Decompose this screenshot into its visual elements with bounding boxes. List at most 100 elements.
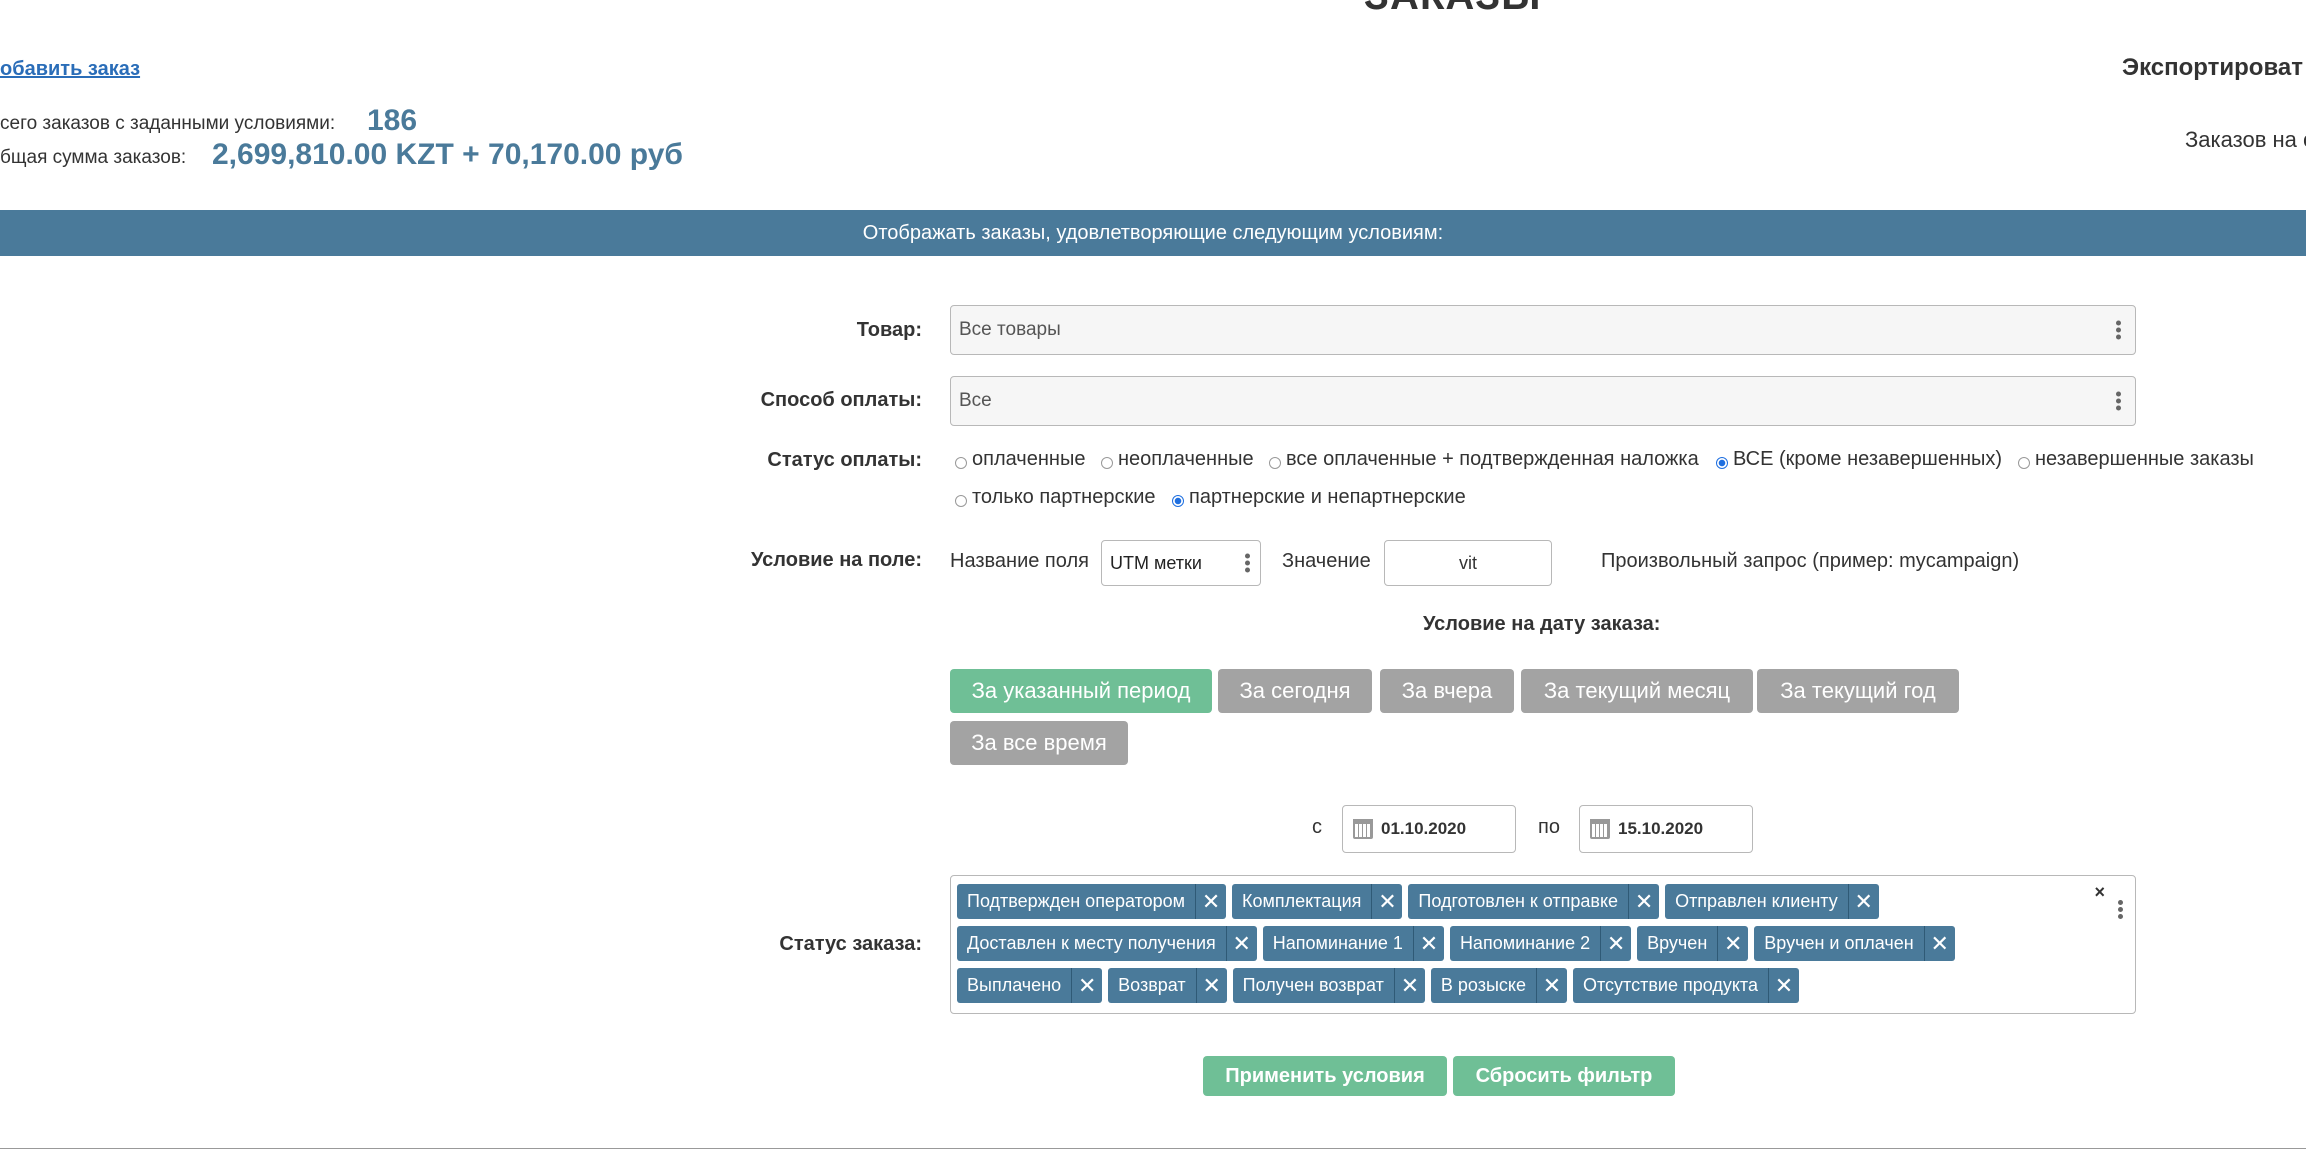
remove-tag-icon[interactable]: ✕ bbox=[1847, 884, 1879, 919]
date-to-label: по bbox=[1538, 816, 1560, 838]
status-tag: Отправлен клиенту ✕ bbox=[1665, 884, 1879, 919]
status-tag-label: Вручен и оплачен bbox=[1764, 933, 1914, 953]
date-to-input[interactable]: 15.10.2020 bbox=[1579, 805, 1753, 853]
remove-tag-icon[interactable]: ✕ bbox=[1600, 926, 1631, 961]
status-tag-label: Выплачено bbox=[967, 975, 1062, 995]
status-tag-label: Получен возврат bbox=[1242, 975, 1384, 995]
orders-on-label: Заказов на с bbox=[2185, 127, 2306, 152]
date-from-label: с bbox=[1312, 816, 1322, 838]
status-tag-label: Подтвержден оператором bbox=[967, 891, 1186, 911]
period-year-button[interactable]: За текущий год bbox=[1757, 669, 1959, 713]
payment-status-paid-label: оплаченные bbox=[972, 448, 1086, 470]
payment-method-select-value: Все bbox=[959, 390, 992, 411]
partner-all-label: партнерские и непартнерские bbox=[1189, 486, 1466, 508]
partner-all-option[interactable]: партнерские и непартнерские bbox=[1172, 486, 1466, 509]
payment-status-label: Статус оплаты: bbox=[767, 449, 922, 471]
payment-status-paid-confirmed[interactable]: все оплаченные + подтвержденная наложка bbox=[1269, 448, 1699, 471]
status-tag-label: В розыске bbox=[1440, 975, 1527, 995]
kebab-menu-icon bbox=[2116, 390, 2121, 413]
calendar-icon bbox=[1353, 819, 1373, 839]
remove-tag-icon[interactable]: ✕ bbox=[1225, 926, 1257, 961]
payment-status-incomplete-label: незавершенные заказы bbox=[2035, 448, 2254, 470]
status-tag-label: Возврат bbox=[1118, 975, 1186, 995]
remove-tag-icon[interactable]: ✕ bbox=[1717, 926, 1748, 961]
remove-tag-icon[interactable]: ✕ bbox=[1071, 968, 1102, 1003]
status-tag: Доставлен к месту получения ✕ bbox=[957, 926, 1257, 961]
field-name-select[interactable]: UTM метки bbox=[1101, 540, 1261, 586]
remove-tag-icon[interactable]: ✕ bbox=[1412, 926, 1444, 961]
date-from-input[interactable]: 01.10.2020 bbox=[1342, 805, 1516, 853]
status-tag-label: Напоминание 1 bbox=[1272, 933, 1403, 953]
status-tag-label: Вручен bbox=[1647, 933, 1708, 953]
partner-only-option[interactable]: только партнерские bbox=[955, 486, 1156, 509]
status-tag-label: Подготовлен к отправке bbox=[1418, 891, 1619, 911]
product-select[interactable]: Все товары bbox=[950, 305, 2136, 355]
payment-method-select[interactable]: Все bbox=[950, 376, 2136, 426]
payment-method-label: Способ оплаты: bbox=[760, 389, 922, 411]
status-tag: Подготовлен к отправке ✕ bbox=[1408, 884, 1660, 919]
status-tag-label: Доставлен к месту получения bbox=[967, 933, 1216, 953]
export-link[interactable]: Экспортироват bbox=[2122, 54, 2303, 82]
status-tag: Вручен и оплачен ✕ bbox=[1754, 926, 1955, 961]
field-value-input[interactable]: vit bbox=[1384, 540, 1552, 586]
period-yesterday-button[interactable]: За вчера bbox=[1380, 669, 1514, 713]
clear-all-icon[interactable]: × bbox=[2094, 882, 2105, 903]
remove-tag-icon[interactable]: ✕ bbox=[1767, 968, 1799, 1003]
partner-only-label: только партнерские bbox=[972, 486, 1156, 508]
reset-filter-button[interactable]: Сбросить фильтр bbox=[1453, 1056, 1675, 1096]
remove-tag-icon[interactable]: ✕ bbox=[1393, 968, 1425, 1003]
payment-status-incomplete[interactable]: незавершенные заказы bbox=[2018, 448, 2254, 471]
remove-tag-icon[interactable]: ✕ bbox=[1923, 926, 1955, 961]
status-tag-label: Напоминание 2 bbox=[1459, 933, 1591, 953]
product-label: Товар: bbox=[856, 319, 922, 341]
date-condition-label: Условие на дату заказа: bbox=[1423, 613, 1661, 635]
payment-status-unpaid[interactable]: неоплаченные bbox=[1101, 448, 1254, 471]
date-to-value: 15.10.2020 bbox=[1618, 819, 1704, 838]
kebab-menu-icon bbox=[1245, 552, 1250, 575]
date-from-value: 01.10.2020 bbox=[1381, 819, 1467, 838]
add-order-link[interactable]: обавить заказ bbox=[0, 58, 140, 81]
status-tag-label: Комплектация bbox=[1242, 891, 1362, 911]
status-tag-label: Отправлен клиенту bbox=[1675, 891, 1838, 911]
order-sum-value: 2,699,810.00 KZT + 70,170.00 руб bbox=[212, 138, 683, 171]
calendar-icon bbox=[1590, 819, 1610, 839]
radio-checked-icon bbox=[1172, 494, 1184, 507]
filter-banner: Отображать заказы, удовлетворяющие следу… bbox=[0, 210, 2306, 256]
remove-tag-icon[interactable]: ✕ bbox=[1195, 968, 1227, 1003]
status-tag: Выплачено ✕ bbox=[957, 968, 1103, 1003]
payment-status-paid[interactable]: оплаченные bbox=[955, 448, 1085, 471]
period-custom-button[interactable]: За указанный период bbox=[950, 669, 1212, 713]
order-status-tags: Подтвержден оператором ✕ Комплектация ✕ Подг… bbox=[957, 884, 2095, 1003]
payment-status-all-label: ВСЕ (кроме незавершенных) bbox=[1733, 448, 2003, 470]
radio-icon bbox=[955, 494, 967, 507]
remove-tag-icon[interactable]: ✕ bbox=[1195, 884, 1226, 919]
payment-status-unpaid-label: неоплаченные bbox=[1118, 448, 1254, 470]
field-name-value: UTM метки bbox=[1110, 552, 1202, 573]
period-today-button[interactable]: За сегодня bbox=[1218, 669, 1372, 713]
remove-tag-icon[interactable]: ✕ bbox=[1536, 968, 1567, 1003]
radio-icon bbox=[955, 456, 967, 469]
field-name-label: Название поля bbox=[950, 550, 1089, 572]
status-tag: Напоминание 2 ✕ bbox=[1449, 926, 1632, 961]
field-condition-hint: Произвольный запрос (пример: mycampaign) bbox=[1601, 550, 2020, 572]
order-count-value: 186 bbox=[367, 104, 418, 137]
status-tag: Напоминание 1 ✕ bbox=[1262, 926, 1444, 961]
field-value-label: Значение bbox=[1282, 550, 1371, 572]
apply-filter-button[interactable]: Применить условия bbox=[1203, 1056, 1447, 1096]
kebab-menu-icon bbox=[2118, 898, 2123, 921]
status-tag-label: Отсутствие продукта bbox=[1583, 975, 1758, 995]
status-tag: Подтвержден оператором ✕ bbox=[957, 884, 1227, 919]
remove-tag-icon[interactable]: ✕ bbox=[1628, 884, 1659, 919]
radio-icon bbox=[1269, 456, 1281, 469]
field-condition-label: Условие на поле: bbox=[750, 549, 922, 571]
period-month-button[interactable]: За текущий месяц bbox=[1521, 669, 1753, 713]
payment-status-all[interactable]: ВСЕ (кроме незавершенных) bbox=[1716, 448, 2002, 471]
product-select-value: Все товары bbox=[959, 319, 1061, 340]
kebab-menu-icon bbox=[2116, 319, 2121, 342]
order-status-multiselect[interactable]: Подтвержден оператором ✕ Комплектация ✕ Подг… bbox=[950, 875, 2136, 1014]
radio-checked-icon bbox=[1716, 456, 1728, 469]
remove-tag-icon[interactable]: ✕ bbox=[1371, 884, 1402, 919]
page-title: ЗАКАЗЫ bbox=[1364, 0, 1541, 19]
payment-status-paid-confirmed-label: все оплаченные + подтвержденная наложка bbox=[1286, 448, 1699, 470]
period-all-time-button[interactable]: За все время bbox=[950, 721, 1128, 765]
